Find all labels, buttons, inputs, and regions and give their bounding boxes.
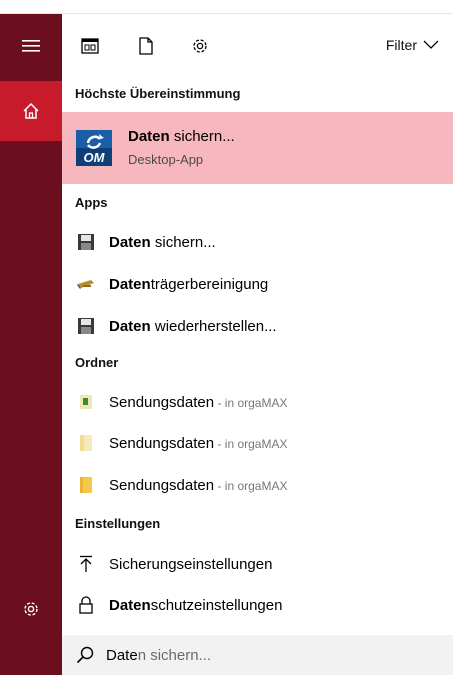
filter-apps-icon[interactable] (78, 34, 102, 58)
search-box[interactable]: Daten sichern... (62, 635, 453, 675)
app-result-label: Daten wiederherstellen... (109, 317, 277, 335)
filter-documents-icon[interactable] (134, 34, 158, 58)
rail-home-selected[interactable] (0, 81, 62, 141)
app-result-item[interactable]: Daten wiederherstellen... (62, 306, 453, 346)
folder-result-item[interactable]: Sendungsdaten - in orgaMAX (62, 382, 453, 422)
folder-file-icon (76, 392, 96, 412)
window-top-strip (0, 0, 453, 14)
lock-icon (76, 595, 96, 615)
settings-result-label: Sicherungseinstellungen (109, 555, 273, 573)
filter-label: Filter (385, 37, 417, 53)
folder-icon (76, 475, 96, 495)
home-icon (0, 81, 62, 141)
disk-cleanup-icon (76, 274, 96, 294)
chevron-down-icon (423, 40, 439, 49)
section-settings: Einstellungen (75, 516, 161, 531)
settings-result-item[interactable]: Datenschutzeinstellungen (62, 585, 453, 625)
orgamax-app-icon: OM (76, 130, 112, 166)
app-result-item[interactable]: Datenträgerbereinigung (62, 264, 453, 304)
folder-result-label: Sendungsdaten - in orgaMAX (109, 434, 288, 452)
folder-result-label: Sendungsdaten - in orgaMAX (109, 393, 288, 411)
search-suggestion-text: n sichern... (137, 646, 212, 664)
floppy-disk-icon (76, 232, 96, 252)
folder-result-item[interactable]: Sendungsdaten - in orgaMAX (62, 465, 453, 505)
section-folders: Ordner (75, 355, 119, 370)
settings-gear-icon[interactable] (0, 589, 62, 629)
folder-open-icon (76, 433, 96, 453)
section-apps: Apps (75, 195, 108, 210)
section-best-match: Höchste Übereinstimmung (75, 86, 241, 101)
search-icon (76, 646, 94, 669)
filter-dropdown[interactable]: Filter (386, 37, 439, 53)
search-results-panel: Filter Höchste Übereinstimmung OM Daten … (62, 14, 453, 675)
svg-text:OM: OM (84, 150, 106, 165)
app-result-item[interactable]: Daten sichern... (62, 222, 453, 262)
app-result-label: Daten sichern... (109, 233, 216, 251)
settings-result-item[interactable]: Sicherungseinstellungen (62, 544, 453, 584)
upload-arrow-icon (76, 554, 96, 574)
search-input[interactable]: Daten sichern... (106, 647, 211, 664)
best-match-title: Daten sichern... (128, 128, 235, 145)
search-toolbar: Filter (62, 14, 453, 80)
filter-settings-gear-icon[interactable] (188, 34, 212, 58)
best-match-subtitle: Desktop-App (128, 152, 204, 167)
best-match-item[interactable]: OM Daten sichern... Desktop-App (62, 112, 453, 184)
app-result-label: Datenträgerbereinigung (109, 275, 269, 293)
settings-result-label: Datenschutzeinstellungen (109, 596, 283, 614)
search-typed-text: Date (106, 646, 138, 664)
hamburger-menu-icon[interactable] (0, 26, 62, 66)
folder-result-label: Sendungsdaten - in orgaMAX (109, 476, 288, 494)
floppy-disk-icon (76, 316, 96, 336)
folder-result-item[interactable]: Sendungsdaten - in orgaMAX (62, 423, 453, 463)
left-rail (0, 14, 62, 675)
